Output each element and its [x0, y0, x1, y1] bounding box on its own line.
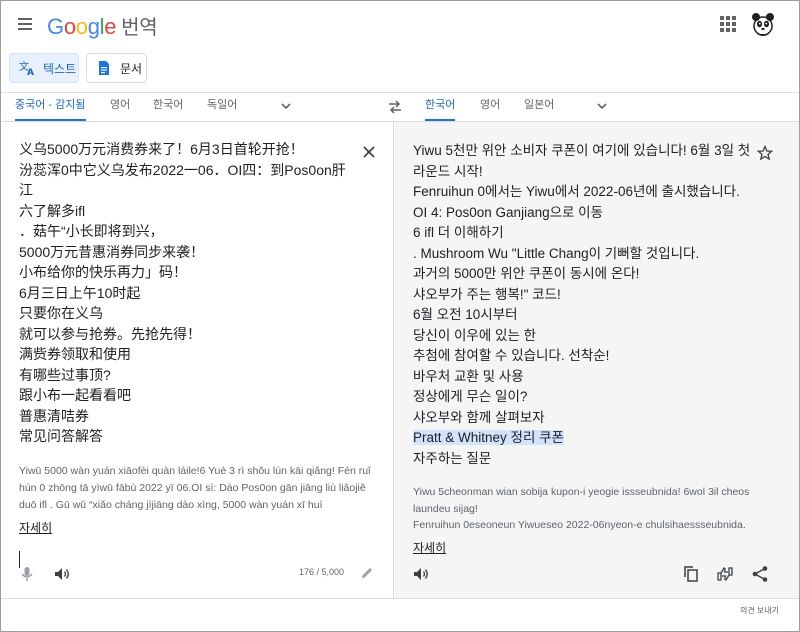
translate-window: Google 번역 文 A 텍스트 문서 중국어 - 감지됨 영어 한국어 독일…	[0, 0, 800, 632]
mode-toolbar: 文 A 텍스트 문서	[1, 47, 799, 93]
translation-line-highlighted[interactable]: Pratt & Whitney 정리 쿠폰	[413, 428, 753, 449]
copy-translation-icon[interactable]	[682, 565, 700, 583]
translation-line: OI 4: Pos0on Ganjiang으로 이동	[413, 204, 604, 220]
target-transliteration-line: Fenruihun 0eseoneun Yiwueseo 2022-06nyeo…	[413, 519, 746, 531]
source-lang-english-tab[interactable]: 영어	[110, 93, 130, 121]
source-line: 汾蕊浑0中它义乌发布2022一06．OI四：到Pos0on肝江	[19, 161, 346, 199]
translation-line: . Mushroom Wu "Little Chang이 기뻐할 것입니다.	[413, 245, 700, 261]
source-line: 6月三日上午10时起	[19, 284, 141, 301]
target-transliteration: Yiwu 5cheonman wian sobija kupon-i yeogi…	[413, 484, 773, 534]
microphone-icon[interactable]	[18, 565, 36, 583]
share-icon[interactable]	[751, 565, 769, 583]
rate-translation-icon[interactable]	[716, 565, 734, 583]
edit-pencil-icon[interactable]	[359, 565, 375, 581]
translation-line: 당신이 이우에 있는 한	[413, 327, 537, 343]
translation-line: 바우처 교환 및 사용	[413, 368, 524, 384]
source-more-link[interactable]: 자세히	[19, 519, 52, 536]
source-line: 常见问答解答	[19, 428, 103, 444]
source-lang-korean-tab[interactable]: 한국어	[153, 93, 183, 121]
target-lang-korean-tab[interactable]: 한국어	[425, 93, 456, 121]
apps-grid-icon[interactable]	[720, 16, 736, 32]
top-bar: Google 번역	[1, 1, 799, 47]
document-mode-button[interactable]: 문서	[86, 53, 147, 83]
translation-line: 과거의 5000만 위안 쿠폰이 동시에 온다!	[413, 266, 640, 281]
panda-avatar-icon	[752, 13, 774, 36]
google-wordmark: Google	[47, 14, 116, 39]
logo-letter: o	[63, 14, 76, 39]
footer: 의견 보내기	[1, 598, 799, 631]
source-lang-german-tab[interactable]: 독일어	[207, 93, 237, 121]
logo-letter: g	[87, 14, 100, 39]
svg-text:A: A	[27, 68, 34, 76]
text-mode-button[interactable]: 文 A 텍스트	[9, 53, 79, 83]
translation-line: Fenruihun 0에서는 Yiwu에서 2022-06년에 출시했습니다.	[413, 184, 740, 199]
source-line: ．菇午“小长即将到兴，	[19, 223, 164, 239]
hamburger-menu-icon[interactable]	[15, 14, 37, 34]
target-lang-chevron-down-icon[interactable]	[597, 101, 607, 111]
target-lang-english-tab[interactable]: 영어	[480, 93, 500, 121]
translation-line: 추첨에 참여할 수 있습니다. 선착순!	[413, 348, 610, 363]
google-translate-logo[interactable]: Google 번역	[47, 11, 158, 40]
save-translation-star-icon[interactable]	[757, 145, 773, 161]
source-line: 5000万元昔惠消券同步来袭！	[19, 243, 205, 260]
product-name: 번역	[121, 17, 158, 39]
swap-languages-icon[interactable]	[387, 99, 403, 115]
clear-text-close-icon[interactable]	[362, 145, 376, 159]
source-line: 普惠清咭券	[19, 407, 89, 424]
highlighted-segment[interactable]: Pratt & Whitney 정리 쿠폰	[413, 430, 564, 445]
logo-letter: G	[47, 14, 64, 39]
translation-line: Yiwu 5천만 위안 소비자 쿠폰이 여기에 있습니다! 6월 3일 첫 라운…	[413, 143, 751, 179]
source-line: 跟小布一起看看吧	[19, 387, 131, 403]
source-line: 只要你在义乌	[19, 305, 103, 321]
source-line: 六了解多ifl	[19, 202, 86, 219]
text-mode-label: 텍스트	[43, 61, 77, 76]
translation-line: 정상에게 무슨 일이?	[413, 389, 528, 404]
source-line: 就可以参与抢券。先抢先得！	[19, 325, 201, 342]
translation-line: 샤오부가 주는 행복!" 코드!	[413, 286, 561, 302]
logo-letter: e	[104, 14, 117, 39]
source-text-input[interactable]: 义乌5000万元消费券来了！6月3日首轮开抢！ 汾蕊浑0中它义乌发布2022一0…	[19, 139, 359, 447]
source-line: 满赀券领取和使用	[19, 346, 131, 362]
translation-line: 6 ifl 더 이해하기	[413, 225, 504, 240]
account-avatar[interactable]	[749, 10, 777, 38]
target-more-link[interactable]: 자세히	[413, 539, 446, 556]
translation-line: 샤오부와 함께 살펴보자	[413, 409, 545, 425]
source-line: 小布给你的快乐再力」码！	[19, 264, 187, 280]
translation-output: Yiwu 5천만 위안 소비자 쿠폰이 여기에 있습니다! 6월 3일 첫 라운…	[413, 141, 753, 469]
source-lang-detected-tab[interactable]: 중국어 - 감지됨	[15, 93, 86, 121]
source-line: 有哪些过事顶?	[19, 366, 111, 383]
target-panel: Yiwu 5천만 위안 소비자 쿠폰이 여기에 있습니다! 6월 3일 첫 라운…	[395, 122, 799, 598]
listen-translation-speaker-icon[interactable]	[412, 565, 430, 583]
source-lang-chevron-down-icon[interactable]	[281, 101, 291, 111]
listen-speaker-icon[interactable]	[53, 565, 71, 583]
document-icon	[99, 61, 109, 75]
send-feedback-link[interactable]: 의견 보내기	[740, 605, 779, 616]
language-bar: 중국어 - 감지됨 영어 한국어 독일어 한국어 영어 일본어	[1, 93, 799, 122]
target-lang-japanese-tab[interactable]: 일본어	[524, 93, 554, 121]
source-transliteration: Yiwū 5000 wàn yuán xiāofèi quàn láile!6 …	[19, 465, 371, 511]
translation-line: 6월 오전 10시부터	[413, 307, 518, 322]
document-mode-label: 문서	[120, 61, 143, 76]
target-transliteration-line: Yiwu 5cheonman wian sobija kupon-i yeogi…	[413, 486, 750, 515]
logo-letter: o	[75, 14, 88, 39]
character-count: 176 / 5,000	[299, 567, 345, 577]
source-line: 义乌5000万元消费券来了！6月3日首轮开抢！	[19, 141, 304, 157]
source-panel: 义乌5000万元消费券来了！6月3日首轮开抢！ 汾蕊浑0中它义乌发布2022一0…	[1, 122, 394, 598]
translation-line: 자주하는 질문	[413, 450, 492, 466]
translate-icon: 文 A	[19, 60, 34, 76]
